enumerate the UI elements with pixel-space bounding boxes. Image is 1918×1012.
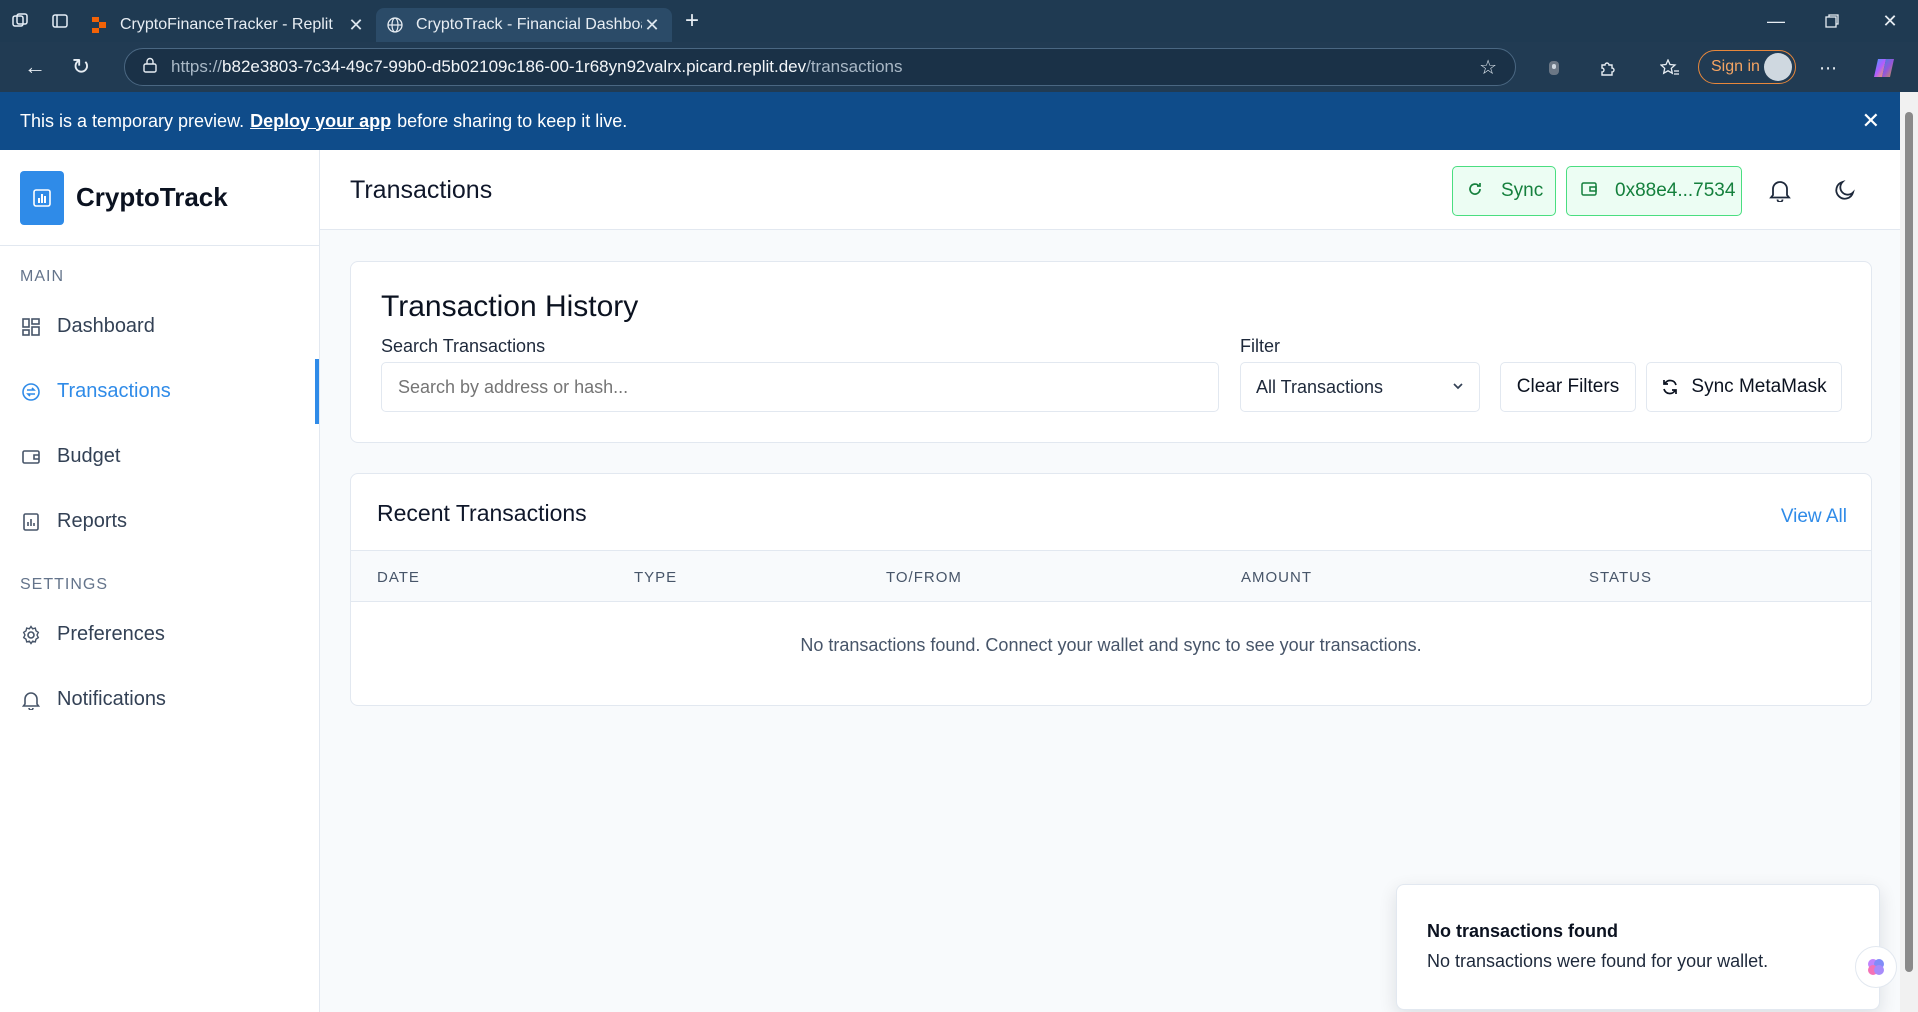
bell-icon	[20, 689, 42, 711]
refresh-icon	[1467, 181, 1483, 202]
column-header-date[interactable]: DATE	[377, 569, 420, 586]
banner-text: This is a temporary preview.	[20, 110, 245, 131]
sign-in-label: Sign in	[1711, 58, 1760, 75]
tab-title: CryptoTrack - Financial Dashboard	[416, 16, 642, 33]
sidebar: CryptoTrack MAIN Dashboard Transactions …	[0, 150, 320, 1012]
browser-tab-replit[interactable]: CryptoFinanceTracker - Replit ✕	[80, 8, 376, 42]
url-host: b82e3803-7c34-49c7-99b0-d5b02109c186-00-…	[222, 57, 807, 76]
view-all-link[interactable]: View All	[1781, 506, 1847, 528]
browser-address-bar: ← ↻ https://b82e3803-7c34-49c7-99b0-d5b0…	[0, 42, 1918, 92]
favorites-icon[interactable]	[1656, 54, 1684, 82]
tab-title: CryptoFinanceTracker - Replit	[120, 16, 333, 33]
url-path: /transactions	[806, 57, 903, 76]
sidebar-item-label: Reports	[57, 510, 128, 532]
more-icon[interactable]: ⋯	[1814, 54, 1842, 82]
banner-text-end: before sharing to keep it live.	[397, 110, 628, 131]
url-field[interactable]: https://b82e3803-7c34-49c7-99b0-d5b02109…	[124, 48, 1516, 86]
wallet-icon	[1581, 181, 1597, 201]
sidebar-item-budget[interactable]: Budget	[0, 424, 319, 489]
page-scrollbar[interactable]	[1900, 92, 1918, 1012]
brand[interactable]: CryptoTrack	[0, 150, 319, 246]
sidebar-item-label: Transactions	[57, 380, 171, 402]
report-icon	[20, 511, 42, 533]
toast-title: No transactions found	[1427, 921, 1619, 941]
sidebar-item-label: Dashboard	[57, 315, 155, 337]
sync-metamask-label: Sync MetaMask	[1691, 376, 1827, 397]
brand-name: CryptoTrack	[76, 182, 228, 212]
sync-metamask-button[interactable]: Sync MetaMask	[1646, 362, 1842, 412]
window-close-icon[interactable]: ✕	[1862, 0, 1918, 42]
gear-icon	[20, 624, 42, 646]
settings-section-label: SETTINGS	[20, 576, 109, 593]
chevron-down-icon	[1451, 377, 1465, 398]
column-header-to-from[interactable]: TO/FROM	[886, 569, 962, 586]
sidebar-item-preferences[interactable]: Preferences	[0, 602, 319, 667]
dark-mode-moon-icon[interactable]	[1829, 174, 1861, 206]
filter-value: All Transactions	[1256, 376, 1384, 397]
chart-logo-icon	[20, 170, 64, 225]
wallet-icon	[20, 446, 42, 468]
sync-label: Sync	[1501, 180, 1544, 201]
workspaces-icon[interactable]	[0, 0, 40, 42]
minimize-icon[interactable]: —	[1748, 0, 1804, 42]
extension-icon[interactable]	[1540, 54, 1568, 82]
sidebar-item-label: Notifications	[57, 688, 166, 710]
recent-transactions-card: Recent Transactions View All DATE TYPE T…	[350, 473, 1872, 706]
table-header: DATE TYPE TO/FROM AMOUNT STATUS	[351, 550, 1871, 602]
dashboard-icon	[20, 316, 42, 338]
extensions-puzzle-icon[interactable]	[1594, 54, 1622, 82]
close-icon[interactable]: ✕	[1862, 108, 1880, 134]
assistant-brain-icon[interactable]	[1855, 946, 1897, 988]
sync-button[interactable]: Sync	[1452, 166, 1556, 216]
browser-tab-cryptotrack[interactable]: CryptoTrack - Financial Dashboard ✕	[376, 8, 672, 42]
globe-icon	[386, 16, 404, 34]
tab-actions-icon[interactable]	[40, 0, 80, 42]
toast-body: No transactions were found for your wall…	[1427, 951, 1769, 971]
wallet-address-button[interactable]: 0x88e4...7534	[1566, 166, 1742, 216]
column-header-type[interactable]: TYPE	[634, 569, 677, 586]
lock-icon	[143, 57, 157, 77]
transaction-history-title: Transaction History	[381, 290, 639, 323]
empty-state-message: No transactions found. Connect your wall…	[800, 634, 1422, 655]
back-icon[interactable]: ←	[12, 44, 58, 90]
sidebar-item-label: Preferences	[57, 623, 165, 645]
favorite-star-icon[interactable]: ☆	[1479, 55, 1497, 80]
sidebar-item-transactions[interactable]: Transactions	[0, 359, 319, 424]
sidebar-item-dashboard[interactable]: Dashboard	[0, 294, 319, 359]
transactions-icon	[20, 381, 42, 403]
search-input[interactable]	[381, 362, 1219, 412]
deploy-link[interactable]: Deploy your app	[250, 111, 391, 132]
sidebar-item-label: Budget	[57, 445, 121, 467]
browser-tab-bar: CryptoFinanceTracker - Replit ✕ CryptoTr…	[0, 0, 1918, 42]
notifications-bell-icon[interactable]	[1764, 174, 1796, 206]
refresh-icon	[1661, 378, 1679, 396]
avatar	[1764, 53, 1792, 81]
filter-select[interactable]: All Transactions	[1240, 362, 1480, 412]
transaction-history-card: Transaction History Search Transactions …	[350, 261, 1872, 443]
copilot-icon[interactable]	[1870, 54, 1898, 82]
column-header-status[interactable]: STATUS	[1589, 569, 1652, 586]
close-icon[interactable]: ✕	[346, 15, 366, 36]
restore-icon[interactable]	[1804, 0, 1860, 42]
clear-filters-button[interactable]: Clear Filters	[1500, 362, 1636, 412]
sidebar-item-reports[interactable]: Reports	[0, 489, 319, 554]
filter-label: Filter	[1240, 336, 1280, 356]
url-prefix: https://	[171, 57, 223, 76]
column-header-amount[interactable]: AMOUNT	[1241, 569, 1312, 586]
main-section-label: MAIN	[20, 268, 64, 285]
page-title: Transactions	[350, 176, 493, 204]
preview-banner: This is a temporary preview. Deploy your…	[0, 92, 1900, 150]
recent-transactions-title: Recent Transactions	[377, 500, 587, 526]
search-label: Search Transactions	[381, 336, 546, 356]
sign-in-button[interactable]: Sign in	[1698, 50, 1796, 84]
toast-notification[interactable]: No transactions found No transactions we…	[1396, 884, 1880, 1010]
wallet-address: 0x88e4...7534	[1615, 180, 1736, 201]
new-tab-icon[interactable]: +	[672, 0, 712, 42]
app-header: Transactions Sync 0x88e4...7534	[320, 150, 1900, 230]
replit-icon	[90, 16, 108, 34]
close-icon[interactable]: ✕	[642, 15, 662, 36]
sidebar-item-notifications[interactable]: Notifications	[0, 667, 319, 732]
scrollbar-thumb[interactable]	[1905, 112, 1913, 972]
reload-icon[interactable]: ↻	[58, 44, 104, 90]
